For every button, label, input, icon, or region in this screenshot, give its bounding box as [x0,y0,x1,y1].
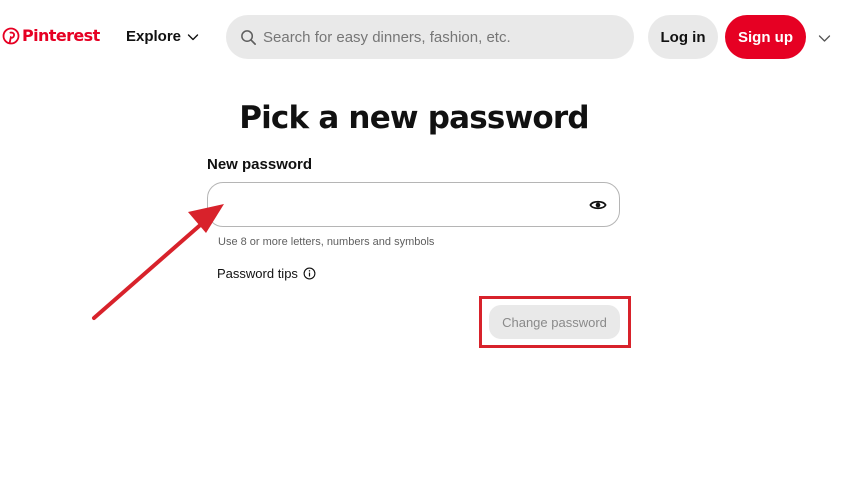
search-bar[interactable] [226,15,634,59]
chevron-down-icon [187,33,199,40]
highlight-box [479,296,631,348]
explore-menu[interactable]: Explore [126,28,199,45]
search-input[interactable] [263,28,623,46]
pinterest-logo[interactable]: Pinterest [2,26,100,45]
search-icon [241,29,256,45]
new-password-input[interactable] [222,183,582,226]
explore-label: Explore [126,28,182,45]
chevron-down-icon[interactable] [818,32,831,45]
login-button[interactable]: Log in [648,15,718,59]
password-tips-label: Password tips [217,266,298,281]
info-icon[interactable] [303,267,316,280]
page-title: Pick a new password [239,100,589,136]
new-password-field[interactable] [207,182,620,227]
pinterest-logo-icon [2,27,20,44]
password-helper-text: Use 8 or more letters, numbers and symbo… [218,236,435,248]
password-tips[interactable]: Password tips [217,266,316,281]
logo-text: Pinterest [22,26,100,45]
signup-button[interactable]: Sign up [725,15,806,59]
new-password-label: New password [207,156,313,173]
eye-icon[interactable] [589,196,607,214]
